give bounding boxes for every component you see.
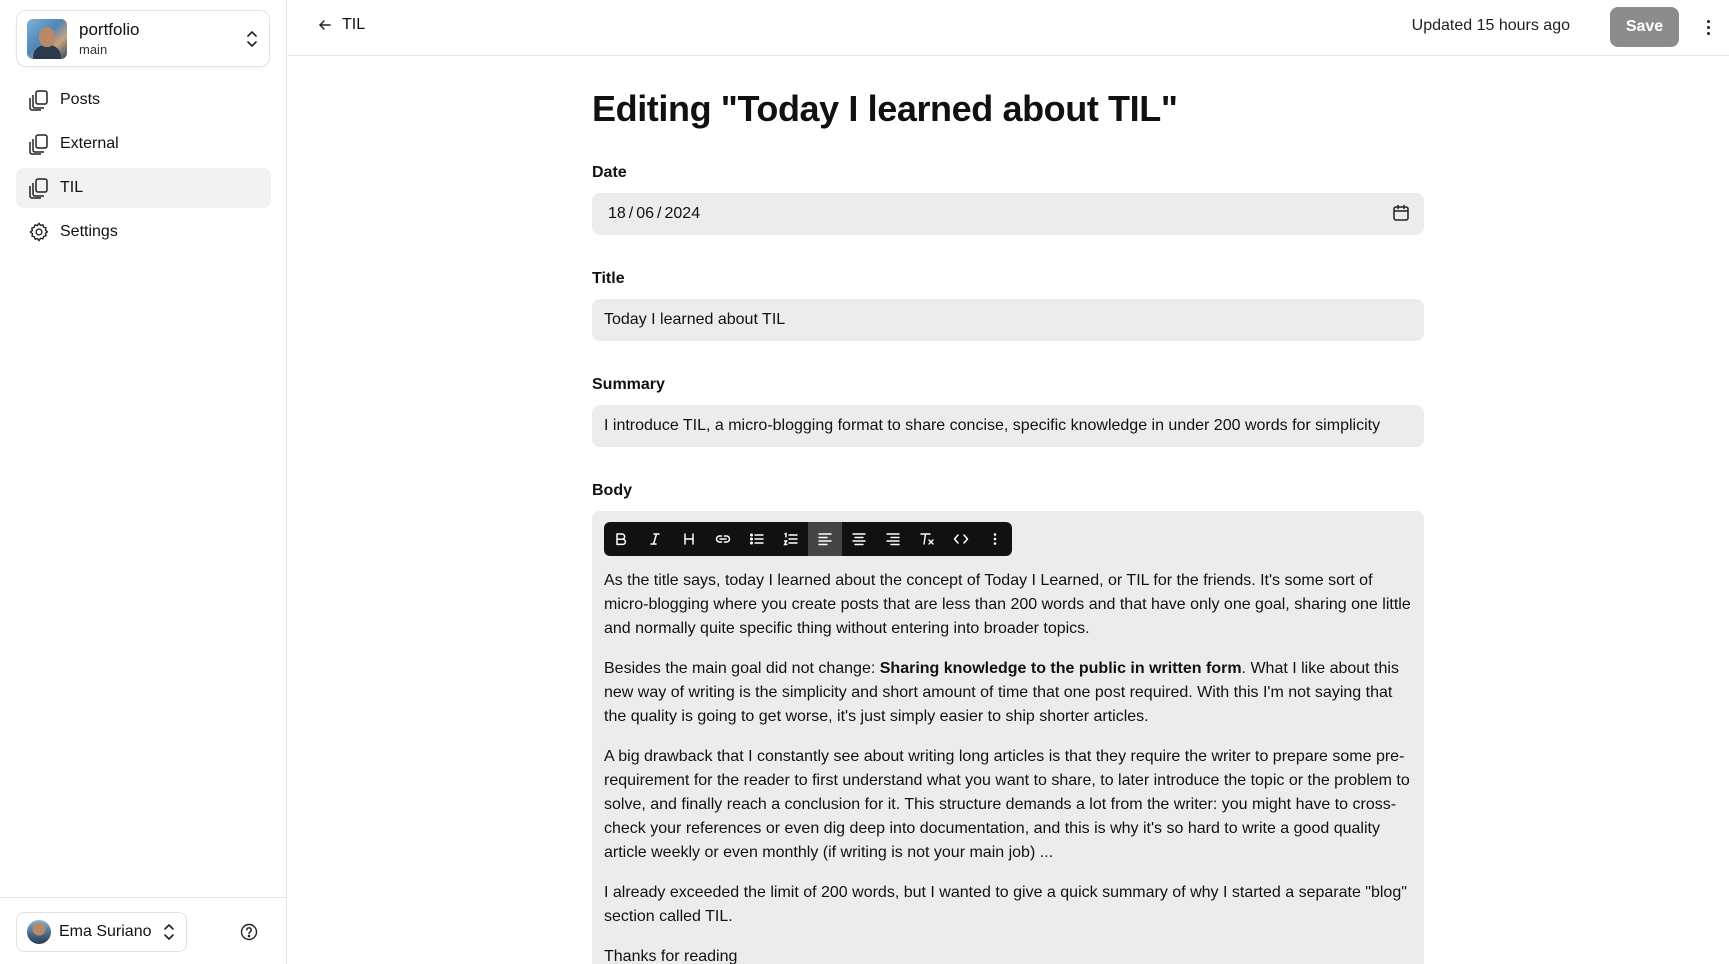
updated-status: Updated 15 hours ago xyxy=(1411,17,1570,34)
clear-format-icon[interactable] xyxy=(910,522,944,556)
collection-icon xyxy=(28,89,50,111)
date-label: Date xyxy=(592,164,627,181)
title-label: Title xyxy=(592,270,625,287)
chevrons-up-down-icon xyxy=(245,30,259,48)
ordered-list-icon[interactable] xyxy=(774,522,808,556)
align-right-icon[interactable] xyxy=(876,522,910,556)
body-paragraph: Thanks for reading xyxy=(604,948,738,964)
repo-name: portfolio xyxy=(79,19,140,39)
date-month: 06 xyxy=(636,205,655,222)
editor-main: Editing "Today I learned about TIL" Date… xyxy=(592,56,1424,964)
date-field[interactable]: 18/06/2024 xyxy=(592,193,1424,235)
body-paragraph: As the title says, today I learned about… xyxy=(604,572,1411,637)
editor-content[interactable]: As the title says, today I learned about… xyxy=(604,569,1414,964)
body-text: Besides the main goal did not change: xyxy=(604,660,880,677)
save-button[interactable]: Save xyxy=(1610,7,1679,47)
sidebar: portfolio main Posts External TIL Settin… xyxy=(0,0,287,964)
repo-text: portfolio main xyxy=(79,20,245,58)
back-link[interactable]: TIL xyxy=(318,16,365,34)
more-options-icon[interactable] xyxy=(1703,16,1713,38)
align-center-icon[interactable] xyxy=(842,522,876,556)
body-paragraph: A big drawback that I constantly see abo… xyxy=(604,748,1410,861)
help-icon[interactable] xyxy=(238,921,260,943)
editor-toolbar xyxy=(604,522,1012,556)
repo-branch: main xyxy=(79,41,108,57)
sidebar-item-posts[interactable]: Posts xyxy=(16,80,271,120)
sidebar-footer: Ema Suriano xyxy=(0,897,287,964)
repo-switcher[interactable]: portfolio main xyxy=(16,10,270,67)
code-icon[interactable] xyxy=(944,522,978,556)
sidebar-item-label: Settings xyxy=(60,223,118,240)
heading-icon[interactable] xyxy=(672,522,706,556)
sidebar-item-settings[interactable]: Settings xyxy=(16,212,271,252)
sidebar-item-external[interactable]: External xyxy=(16,124,271,164)
date-year: 2024 xyxy=(664,205,701,222)
back-label: TIL xyxy=(342,16,366,33)
sidebar-item-label: TIL xyxy=(60,179,84,196)
user-menu-button[interactable]: Ema Suriano xyxy=(16,912,187,952)
summary-label: Summary xyxy=(592,376,665,393)
sidebar-nav: Posts External TIL Settings xyxy=(16,80,271,256)
date-day: 18 xyxy=(608,205,626,222)
title-field[interactable]: Today I learned about TIL xyxy=(592,299,1424,341)
collection-icon xyxy=(28,177,50,199)
summary-field[interactable]: I introduce TIL, a micro-blogging format… xyxy=(592,405,1424,447)
italic-icon[interactable] xyxy=(638,522,672,556)
bullet-list-icon[interactable] xyxy=(740,522,774,556)
page-title: Editing "Today I learned about TIL" xyxy=(592,88,1178,129)
body-paragraph: Besides the main goal did not change: Sh… xyxy=(604,657,1414,729)
sidebar-item-label: External xyxy=(60,135,119,152)
body-label: Body xyxy=(592,482,632,499)
body-editor[interactable]: As the title says, today I learned about… xyxy=(592,511,1424,964)
body-bold-text: Sharing knowledge to the public in writt… xyxy=(879,660,1242,677)
user-name: Ema Suriano xyxy=(59,923,152,940)
avatar xyxy=(27,920,51,944)
summary-value: I introduce TIL, a micro-blogging format… xyxy=(604,417,1381,434)
body-paragraph: I already exceeded the limit of 200 word… xyxy=(604,884,1407,925)
align-left-icon[interactable] xyxy=(808,522,842,556)
bold-icon[interactable] xyxy=(604,522,638,556)
chevrons-up-down-icon xyxy=(162,923,176,941)
collection-icon xyxy=(28,133,50,155)
calendar-icon[interactable] xyxy=(1392,204,1410,227)
sidebar-item-label: Posts xyxy=(60,91,101,108)
link-icon[interactable] xyxy=(706,522,740,556)
sidebar-item-til[interactable]: TIL xyxy=(16,168,271,208)
more-options-icon[interactable] xyxy=(978,522,1012,556)
arrow-left-icon xyxy=(319,20,331,30)
gear-icon xyxy=(28,221,50,243)
title-value: Today I learned about TIL xyxy=(604,311,786,328)
top-bar: TIL Updated 15 hours ago Save xyxy=(288,0,1729,56)
repo-avatar xyxy=(27,18,67,59)
